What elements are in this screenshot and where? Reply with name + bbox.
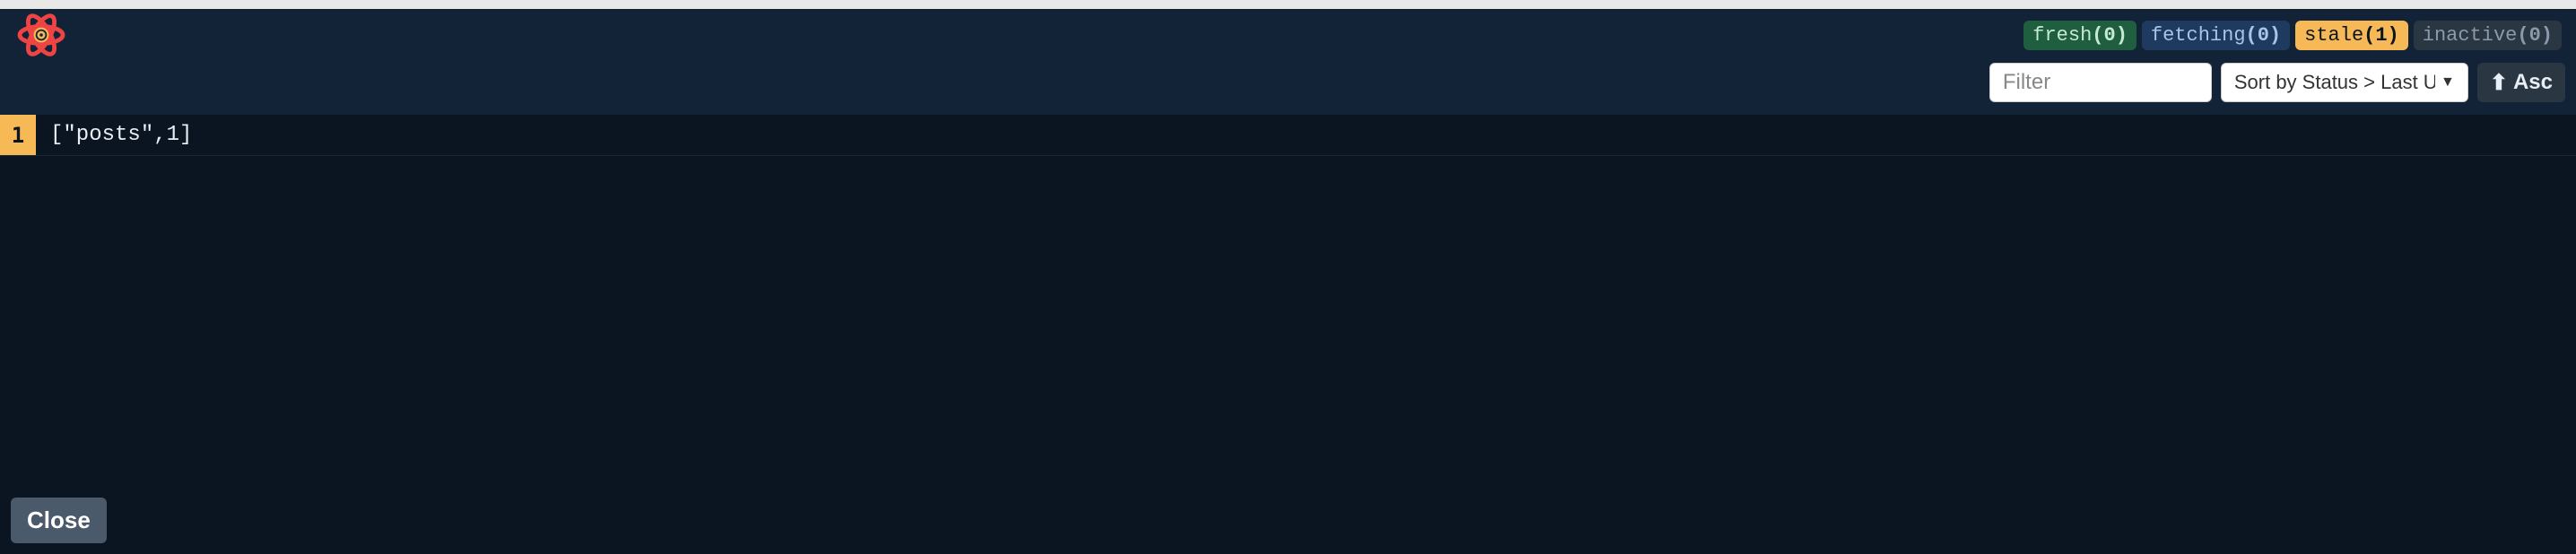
filter-input[interactable] (1989, 63, 2212, 102)
toolbar: fresh (0) fetching (0) stale (1) inactiv… (0, 9, 2576, 115)
sort-select[interactable]: Sort by Status > Last Updat ▼ (2221, 63, 2468, 102)
toolbar-top-row: fresh (0) fetching (0) stale (1) inactiv… (0, 9, 2576, 61)
status-badges: fresh (0) fetching (0) stale (1) inactiv… (2023, 21, 2562, 50)
badge-fresh[interactable]: fresh (0) (2023, 21, 2137, 50)
query-row[interactable]: 1 ["posts",1] (0, 115, 2576, 156)
query-observer-count: 1 (0, 115, 36, 155)
badge-fresh-label: fresh (2032, 24, 2092, 47)
query-key: ["posts",1] (36, 115, 2576, 155)
badge-fresh-count: (0) (2092, 24, 2128, 47)
badge-fetching-label: fetching (2151, 24, 2246, 47)
chevron-down-icon: ▼ (2441, 74, 2455, 91)
badge-stale-label: stale (2304, 24, 2363, 47)
toolbar-bottom-row: Sort by Status > Last Updat ▼ ⬆ Asc (0, 61, 2576, 115)
badge-fetching[interactable]: fetching (0) (2142, 21, 2290, 50)
badge-stale-count: (1) (2363, 24, 2399, 47)
close-button[interactable]: Close (11, 498, 107, 543)
arrow-up-icon: ⬆ (2490, 70, 2508, 96)
sort-direction-label: Asc (2513, 70, 2553, 95)
sort-select-label: Sort by Status > Last Updat (2234, 71, 2435, 94)
react-query-logo-icon (14, 8, 68, 62)
devtools-panel: fresh (0) fetching (0) stale (1) inactiv… (0, 9, 2576, 554)
badge-inactive-label: inactive (2423, 24, 2518, 47)
badge-inactive-count: (0) (2517, 24, 2553, 47)
badge-fetching-count: (0) (2246, 24, 2282, 47)
logo (11, 8, 68, 62)
badge-inactive[interactable]: inactive (0) (2414, 21, 2562, 50)
badge-stale[interactable]: stale (1) (2295, 21, 2408, 50)
sort-direction-button[interactable]: ⬆ Asc (2477, 63, 2565, 102)
window-top-bar (0, 0, 2576, 9)
close-button-label: Close (27, 506, 91, 533)
query-list: 1 ["posts",1] (0, 115, 2576, 554)
